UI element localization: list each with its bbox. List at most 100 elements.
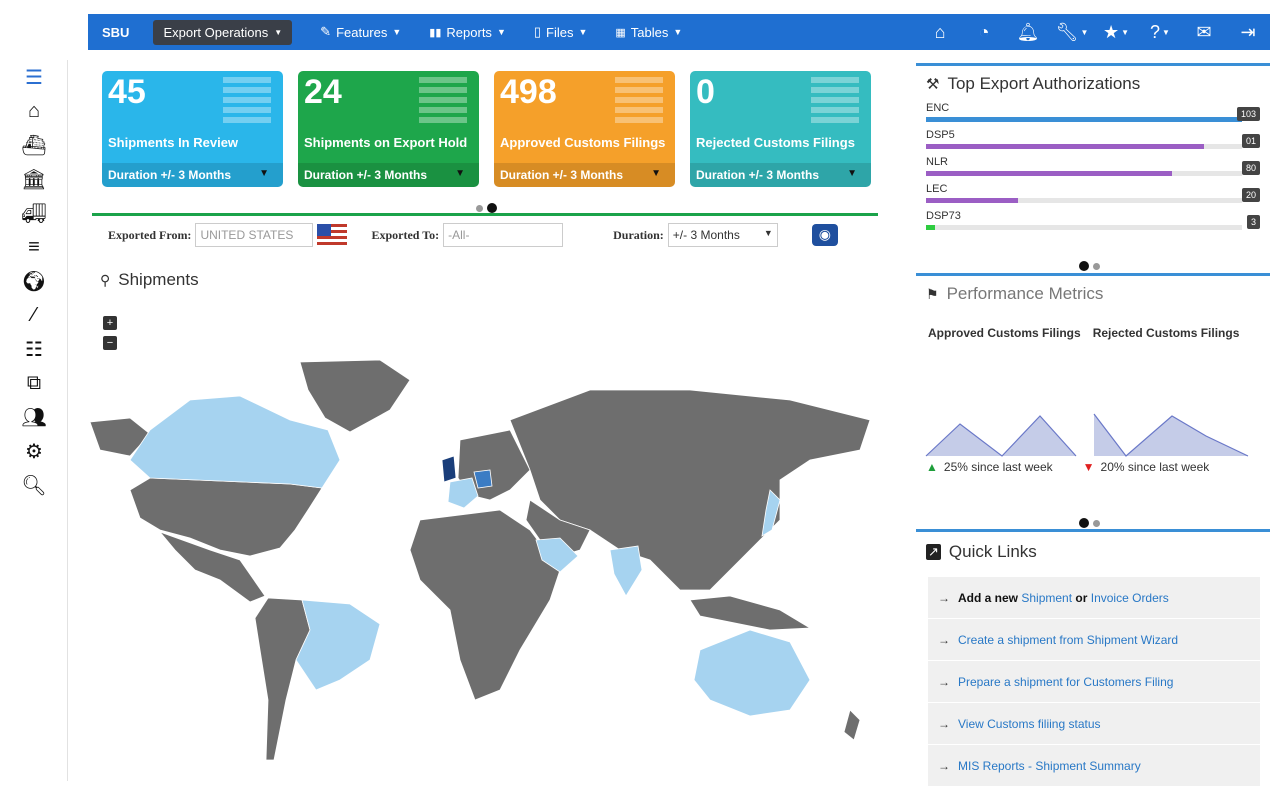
card-footer[interactable]: Duration +/- 3 Months ▼ [690,163,871,187]
menu-features[interactable]: ✎ Features ▼ [320,24,401,40]
help-icon[interactable]: ? ▼ [1138,22,1182,43]
quick-link[interactable]: → Prepare a shipment for Customers Filing [928,660,1260,702]
panel-title: ⚒ Top Export Authorizations [916,66,1270,102]
authorization-bar-fill [926,144,1205,149]
menu-reports-label: Reports [446,24,492,40]
caret-down-icon: ▼ [392,27,402,37]
card-value: 45 [108,73,146,111]
authorization-count-badge: 01 [1241,134,1260,148]
truck-icon[interactable]: 🚚︎ [0,196,68,230]
quick-link-label: Prepare a shipment for Customers Filing [958,674,1174,689]
map-region-se-asia [689,595,812,631]
zoom-in-button[interactable]: + [103,316,117,330]
rejected-change-text: 20% since last week [1100,460,1210,474]
users-icon[interactable]: 👥︎ [0,400,68,434]
arrow-right-icon: → [938,716,950,731]
carousel-dot-active[interactable] [1079,261,1089,271]
authorization-row[interactable]: LEC 20 [926,183,1260,210]
card-footer-label: Duration +/- 3 Months [696,168,819,182]
map-region-greenland [299,360,411,433]
menu-tables[interactable]: ▦ Tables ▼ [615,25,682,40]
list-lines-icon[interactable]: ☰ [0,60,68,94]
flag-checkered-icon: ⚑ [926,285,939,302]
card-footer[interactable]: Duration +/- 3 Months ▼ [102,163,283,187]
star-icon[interactable]: ★ ▼ [1094,22,1138,43]
sign-out-icon[interactable]: ⇥ [1226,22,1270,43]
ordered-list-icon[interactable]: ☷ [0,332,68,366]
authorization-row[interactable]: DSP73 3 [926,210,1260,237]
zoom-out-button[interactable]: − [103,336,117,350]
card-rejected-filings[interactable]: 0 Rejected Customs Filings Duration +/- … [690,71,871,187]
authorization-bar [926,117,1242,122]
menu-reports[interactable]: ▮▮ Reports ▼ [429,25,506,40]
list-lines-icon [615,77,663,127]
carousel-dot-active[interactable] [487,203,497,213]
exported-from-label: Exported From: [108,227,192,242]
card-shipments-in-review[interactable]: 45 Shipments In Review Duration +/- 3 Mo… [102,71,283,187]
quick-link[interactable]: → MIS Reports - Shipment Summary [928,744,1260,786]
home-icon[interactable]: ⌂ [918,22,962,43]
authorization-row[interactable]: DSP5 01 [926,129,1260,156]
authorization-bar [926,225,1242,230]
carousel-dot[interactable] [1093,262,1100,270]
module-dropdown[interactable]: Export Operations ▼ [153,19,293,45]
envelope-icon[interactable]: ✉ [1182,22,1226,43]
bell-icon[interactable]: 🔔︎ [1006,22,1050,43]
card-approved-filings[interactable]: 498 Approved Customs Filings Duration +/… [494,71,675,187]
carousel-dot[interactable] [1093,519,1100,527]
globe-icon[interactable]: 🌍︎ [0,264,68,298]
rejected-change: ▼ 20% since last week [1083,460,1210,474]
carousel-dot[interactable] [476,204,483,212]
brand[interactable]: SBU [102,25,129,40]
card-shipments-on-hold[interactable]: 24 Shipments on Export Hold Duration +/-… [298,71,479,187]
cogs-icon[interactable]: ⚙ [0,434,68,468]
map-region-france [447,477,479,509]
authorizations-list: ENC 103 DSP5 01 NLR 80 LEC 20 DSP73 3 [916,102,1270,237]
exported-from-field[interactable]: UNITED STATES [195,223,314,247]
exported-to-field[interactable]: -All- [443,223,564,247]
menu-icon[interactable]: ≡ [0,230,68,264]
quick-link[interactable]: → Create a shipment from Shipment Wizard [928,618,1260,660]
bar-chart-icon: ▮▮ [429,26,442,39]
add-new-prefix: Add a new [958,590,1019,605]
ship-icon[interactable]: ⛴ [0,128,68,162]
triangle-up-icon: ▲ [926,460,938,474]
authorization-name: DSP73 [926,210,961,222]
map-region-new-zealand [843,709,861,741]
panel-performance-metrics: ⚑ Performance Metrics Approved Customs F… [916,273,1270,529]
add-invoice-link[interactable]: Invoice Orders [1091,591,1169,605]
world-map[interactable] [90,360,880,781]
carousel-dot-active[interactable] [1079,518,1089,528]
caret-down-icon: ▼ [496,27,506,37]
magic-wand-icon[interactable]: ⁄ [0,298,68,332]
authorization-count-badge: 80 [1241,161,1260,175]
bank-icon[interactable]: 🏛︎ [0,162,68,196]
authorization-bar-fill [926,198,1018,203]
card-footer[interactable]: Duration +/- 3 Months ▼ [298,163,479,187]
authorization-name: NLR [926,156,949,168]
menu-files[interactable]: ▯ Files ▼ [534,24,588,40]
quick-link-label: View Customs filiing status [958,716,1101,731]
authorization-row[interactable]: NLR 80 [926,156,1260,183]
quick-link[interactable]: → View Customs filiing status [928,702,1260,744]
map-marker-icon: ⚲ [100,271,111,288]
filter-bar: Exported From: UNITED STATES Exported To… [108,222,868,248]
map-title: Shipments [118,270,199,289]
home-icon[interactable]: ⌂ [0,94,68,128]
duration-select[interactable]: +/- 3 Months ▼ [667,223,778,247]
card-footer[interactable]: Duration +/- 3 Months ▼ [494,163,675,187]
authorizations-title: Top Export Authorizations [947,74,1141,93]
us-flag-icon [317,224,348,246]
sparkline-rejected-area [1094,414,1248,456]
arrow-right-icon: → [938,590,950,605]
add-shipment-link[interactable]: Shipment [1021,591,1072,605]
caret-down-icon: ▼ [259,168,269,179]
external-link-icon[interactable]: ⧉ [0,366,68,400]
camera-icon[interactable]: ◉ [811,224,838,246]
gavel-icon: ⚒ [926,76,940,93]
card-footer-label: Duration +/- 3 Months [304,168,427,182]
dashboard-icon[interactable]: ◔ [962,22,1006,43]
authorization-row[interactable]: ENC 103 [926,102,1260,129]
wrench-icon[interactable]: 🔧︎ ▼ [1050,22,1094,43]
search-icon[interactable]: 🔍︎ [0,468,68,502]
